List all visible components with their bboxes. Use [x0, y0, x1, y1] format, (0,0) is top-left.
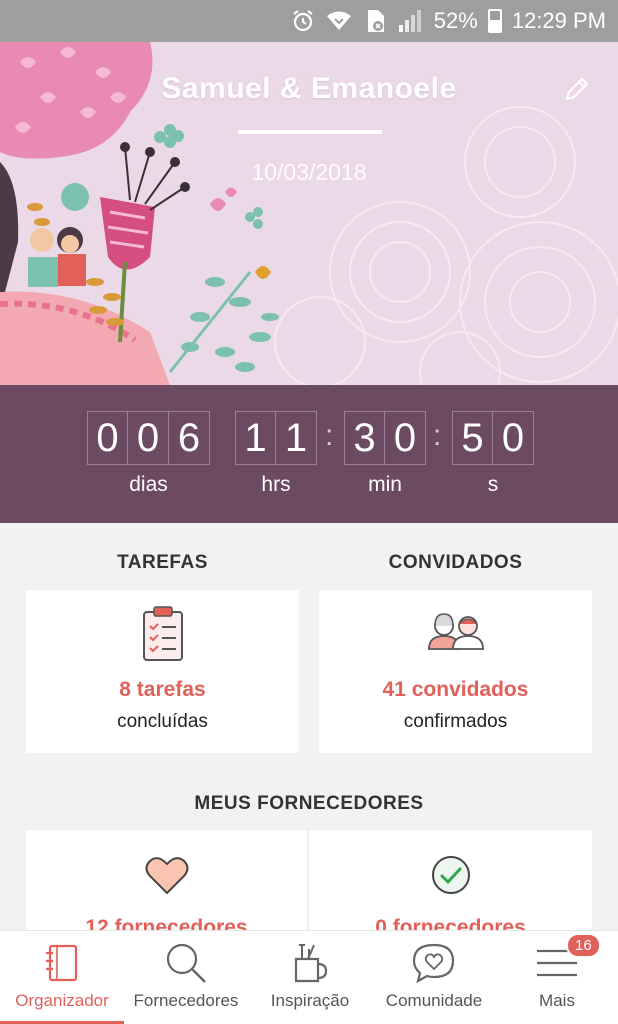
separator: : — [325, 419, 334, 452]
hero-banner: Samuel & Emanoele 10/03/2018 — [0, 42, 618, 385]
nav-mais[interactable]: Mais 16 — [496, 931, 618, 1024]
digit: 5 — [452, 411, 493, 465]
minutes-label: min — [368, 473, 402, 496]
tasks-status: concluídas — [117, 711, 208, 732]
nav-label: Comunidade — [385, 991, 483, 1010]
vendors-favorites-count: 12 fornecedores — [85, 916, 248, 930]
guests-title: CONVIDADOS — [388, 552, 523, 573]
vendors-hired-card[interactable]: 0 fornecedores — [309, 830, 592, 930]
notebook-icon — [44, 941, 80, 985]
digit: 0 — [385, 411, 426, 465]
search-icon — [164, 941, 208, 985]
days-label: dias — [129, 473, 168, 496]
chat-heart-icon — [412, 941, 456, 985]
battery-percent: 52% — [433, 8, 478, 33]
guests-count: 41 convidados — [382, 678, 529, 701]
clipboard-checklist-icon — [142, 606, 183, 661]
clock: 12:29 PM — [511, 8, 606, 33]
heart-icon — [145, 857, 188, 895]
nav-comunidade[interactable]: Comunidade — [372, 931, 496, 1024]
alarm-icon — [290, 8, 316, 34]
nav-label: Fornecedores — [133, 991, 239, 1010]
digit: 0 — [493, 411, 534, 465]
divider — [238, 130, 382, 134]
signal-icon — [398, 8, 424, 34]
digit: 0 — [128, 411, 169, 465]
vendors-favorites-card[interactable]: 12 fornecedores — [26, 830, 307, 930]
nav-organizador[interactable]: Organizador — [0, 931, 124, 1024]
separator: : — [433, 419, 442, 452]
wifi-icon — [326, 8, 352, 34]
inspiration-icon — [292, 941, 328, 985]
guests-status: confirmados — [403, 711, 508, 732]
bottom-navigation: Organizador Fornecedores Inspiração Comu… — [0, 930, 618, 1024]
digit: 0 — [87, 411, 128, 465]
hours-label: hrs — [261, 473, 291, 496]
countdown-timer: 0 0 6 1 1 : 3 0 : 5 0 dias hrs min s — [0, 385, 618, 523]
nav-label: Mais — [539, 991, 575, 1010]
status-bar: 52% 12:29 PM — [0, 0, 618, 42]
edit-button[interactable] — [560, 72, 594, 106]
vendors-title: MEUS FORNECEDORES — [194, 793, 424, 814]
digit: 1 — [235, 411, 276, 465]
days-digits: 0 0 6 — [87, 411, 210, 465]
sim-icon — [362, 8, 388, 34]
digit: 3 — [344, 411, 385, 465]
pencil-icon — [565, 77, 589, 101]
nav-fornecedores[interactable]: Fornecedores — [124, 931, 248, 1024]
check-circle-icon — [431, 856, 470, 894]
nav-label: Organizador — [15, 991, 109, 1010]
wedding-date: 10/03/2018 — [251, 159, 367, 185]
seconds-label: s — [487, 473, 499, 496]
nav-label: Inspiração — [270, 991, 350, 1010]
notification-badge: 16 — [566, 933, 601, 958]
vendors-hired-count: 0 fornecedores — [375, 916, 526, 930]
minutes-digits: 3 0 — [344, 411, 426, 465]
tasks-title: TAREFAS — [117, 552, 208, 573]
tasks-card[interactable]: 8 tarefas concluídas — [26, 590, 299, 753]
digit: 6 — [169, 411, 210, 465]
tasks-count: 8 tarefas — [119, 678, 206, 701]
seconds-digits: 5 0 — [452, 411, 534, 465]
nav-inspiracao[interactable]: Inspiração — [248, 931, 372, 1024]
couple-names: Samuel & Emanoele — [161, 72, 457, 105]
guests-icon — [427, 613, 484, 650]
digit: 1 — [276, 411, 317, 465]
battery-icon — [487, 9, 502, 33]
hours-digits: 1 1 — [235, 411, 317, 465]
guests-card[interactable]: 41 convidados confirmados — [319, 590, 592, 753]
